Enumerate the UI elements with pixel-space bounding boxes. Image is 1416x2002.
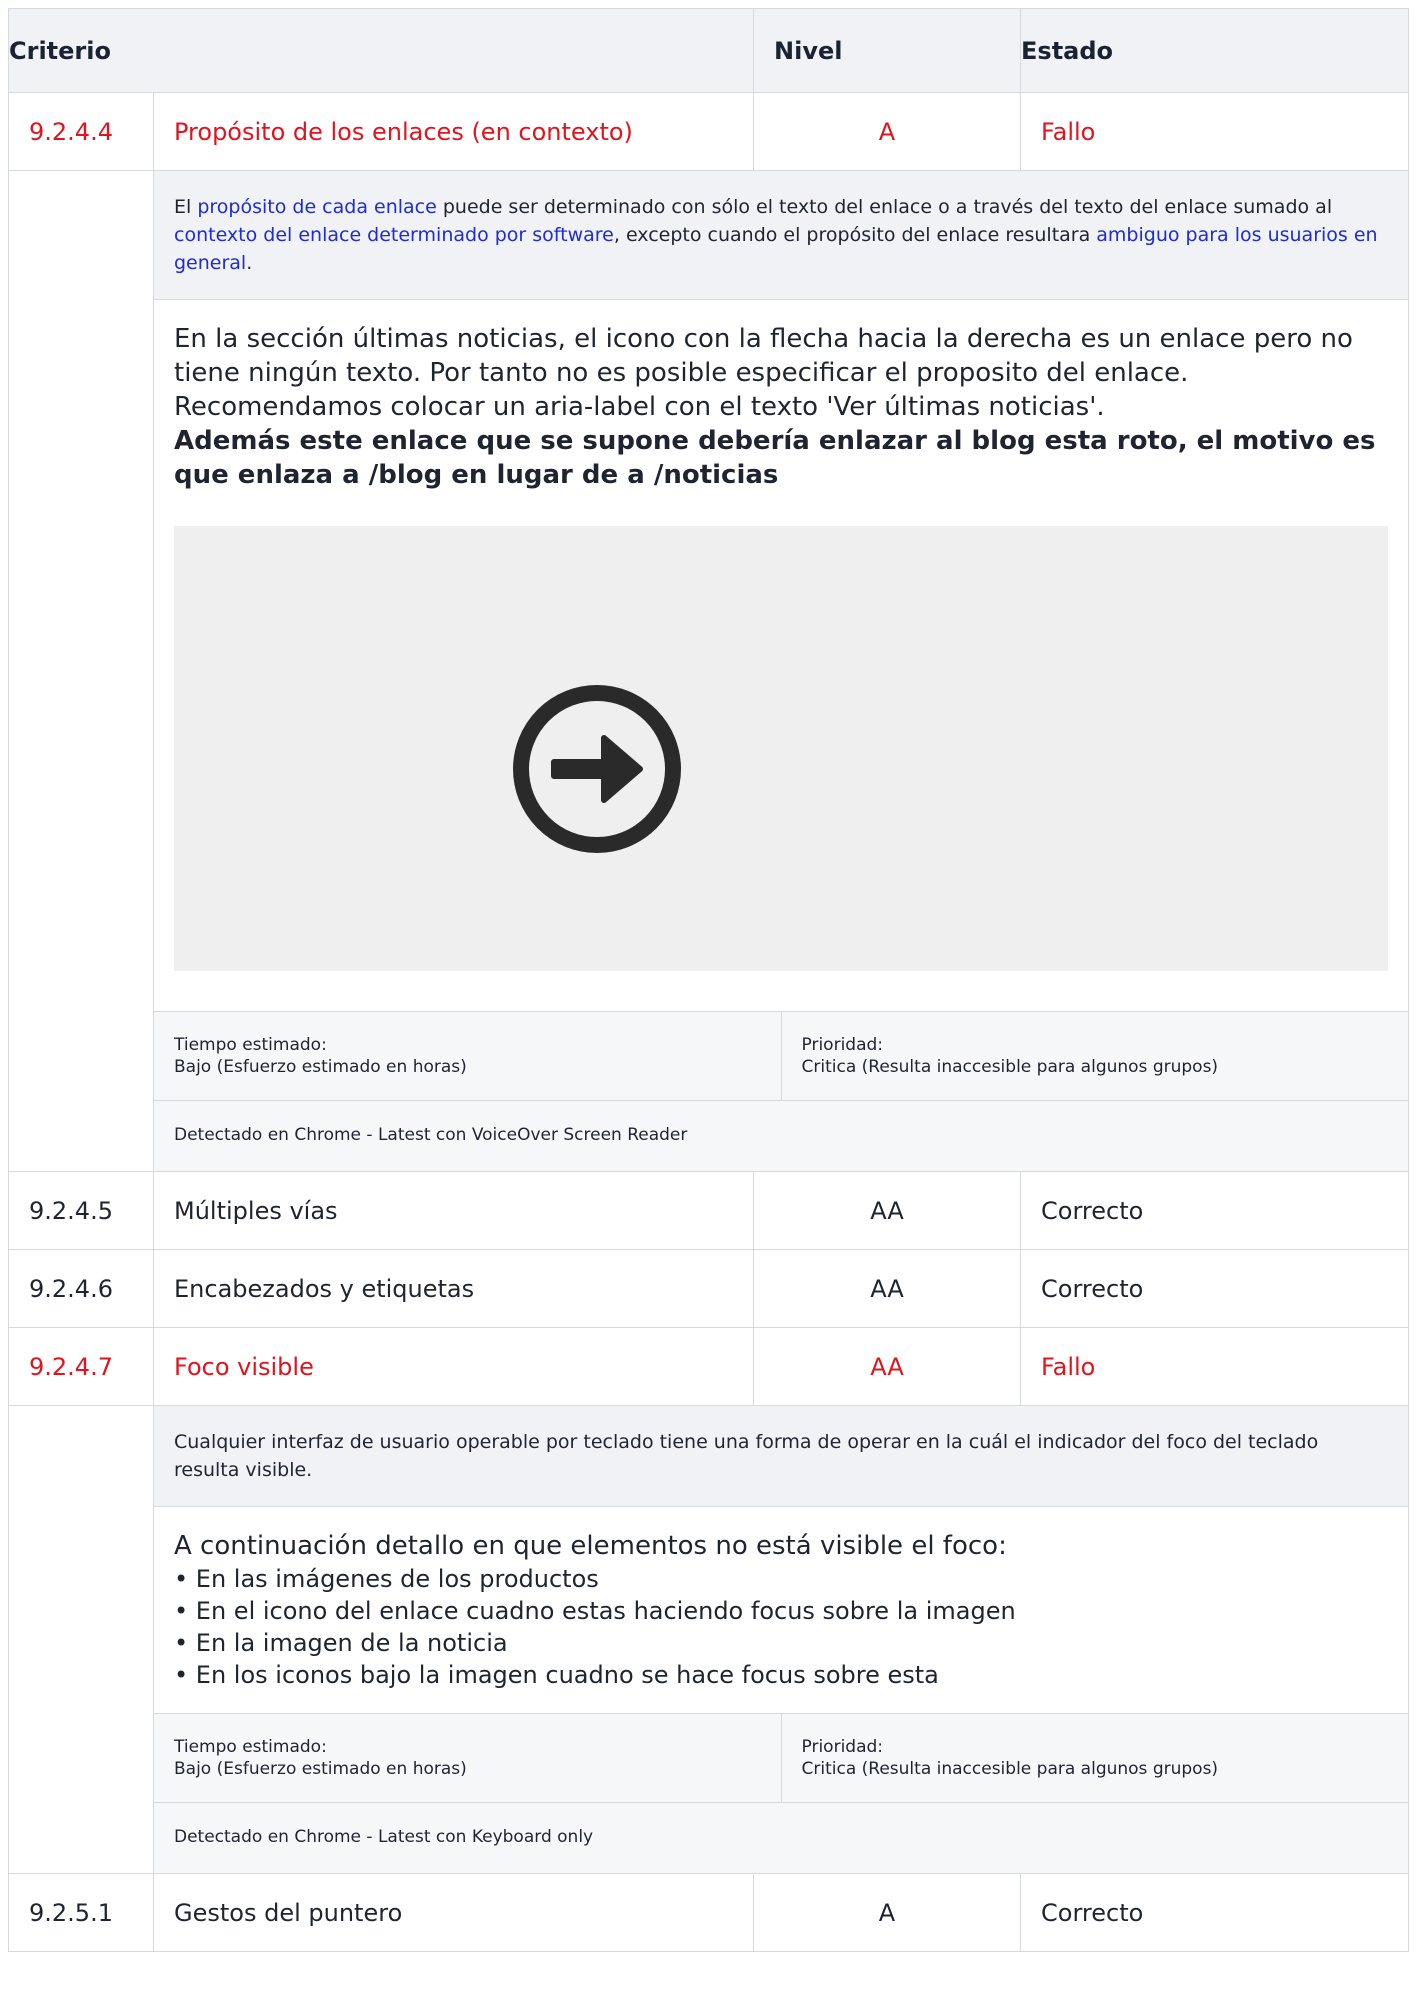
criterion-number: 9.2.4.7	[8, 1327, 154, 1406]
header-nivel: Nivel	[753, 8, 1022, 93]
header-criterio: Criterio	[7, 8, 755, 93]
desc-text: .	[246, 252, 253, 274]
list-item: En el icono del enlace cuadno estas haci…	[174, 1595, 1388, 1627]
criteria-table: Criterio Nivel Estado 9.2.4.4 Propósito …	[7, 8, 1410, 1952]
note-text: A continuación detallo en que elementos …	[174, 1531, 1007, 1561]
criterion-status: Fallo	[1020, 1327, 1410, 1406]
time-value: Bajo (Esfuerzo estimado en horas)	[174, 1759, 467, 1779]
criterion-number: 9.2.4.6	[8, 1249, 154, 1328]
auditor-note: En la sección últimas noticias, el icono…	[154, 300, 1408, 492]
criterion-status: Correcto	[1020, 1873, 1410, 1952]
table-row: 9.2.4.4 Propósito de los enlaces (en con…	[8, 92, 1410, 171]
criterion-name: Múltiples vías	[152, 1171, 755, 1250]
detail-spacer	[8, 170, 154, 1172]
priority: Prioridad: Critica (Resulta inaccesible …	[780, 1012, 1409, 1100]
criterion-level: A	[753, 1873, 1022, 1952]
desc-text: puede ser determinado con sólo el texto …	[436, 196, 1333, 218]
detail-spacer	[8, 1405, 154, 1874]
note-bold-text: Además este enlace que se supone debería…	[174, 426, 1376, 490]
note-text: En la sección últimas noticias, el icono…	[174, 324, 1353, 422]
table-row: 9.2.5.1 Gestos del puntero A Correcto	[8, 1873, 1410, 1952]
table-row: 9.2.4.7 Foco visible AA Fallo	[8, 1327, 1410, 1406]
criterion-level: AA	[753, 1171, 1022, 1250]
criterion-detail: Cualquier interfaz de usuario operable p…	[152, 1405, 1410, 1874]
list-item: En la imagen de la noticia	[174, 1627, 1388, 1659]
priority-value: Critica (Resulta inaccesible para alguno…	[801, 1759, 1219, 1779]
bullet-list: En las imágenes de los productos En el i…	[174, 1563, 1388, 1691]
criterion-description: El propósito de cada enlace puede ser de…	[154, 171, 1409, 300]
criterion-level: A	[753, 92, 1022, 171]
detected-in: Detectado en Chrome - Latest con Keyboar…	[154, 1802, 1409, 1873]
priority-value: Critica (Resulta inaccesible para alguno…	[801, 1057, 1219, 1077]
criterion-description: Cualquier interfaz de usuario operable p…	[154, 1406, 1409, 1507]
criterion-status: Correcto	[1020, 1249, 1410, 1328]
criterion-number: 9.2.5.1	[8, 1873, 154, 1952]
table-row: 9.2.4.6 Encabezados y etiquetas AA Corre…	[8, 1249, 1410, 1328]
desc-text: , excepto cuando el propósito del enlace…	[613, 224, 1097, 246]
meta-row: Tiempo estimado: Bajo (Esfuerzo estimado…	[154, 1713, 1409, 1802]
criterion-level: AA	[753, 1327, 1022, 1406]
criterion-name: Propósito de los enlaces (en contexto)	[152, 92, 755, 171]
criterion-name: Foco visible	[152, 1327, 755, 1406]
auditor-note: A continuación detallo en que elementos …	[154, 1507, 1408, 1713]
criterion-detail-row: El propósito de cada enlace puede ser de…	[8, 170, 1410, 1172]
criterion-level: AA	[753, 1249, 1022, 1328]
list-item: En los iconos bajo la imagen cuadno se h…	[174, 1659, 1388, 1691]
list-item: En las imágenes de los productos	[174, 1563, 1388, 1595]
criterion-name: Encabezados y etiquetas	[152, 1249, 755, 1328]
meta-row: Tiempo estimado: Bajo (Esfuerzo estimado…	[154, 1011, 1409, 1100]
time-value: Bajo (Esfuerzo estimado en horas)	[174, 1057, 467, 1077]
criterion-number: 9.2.4.5	[8, 1171, 154, 1250]
priority-label: Prioridad:	[801, 1737, 884, 1757]
time-label: Tiempo estimado:	[174, 1035, 327, 1055]
priority-label: Prioridad:	[801, 1035, 884, 1055]
header-estado: Estado	[1020, 8, 1410, 93]
time-label: Tiempo estimado:	[174, 1737, 327, 1757]
criterion-detail-row: Cualquier interfaz de usuario operable p…	[8, 1405, 1410, 1874]
priority: Prioridad: Critica (Resulta inaccesible …	[780, 1714, 1409, 1802]
criterion-number: 9.2.4.4	[8, 92, 154, 171]
table-header: Criterio Nivel Estado	[7, 8, 1410, 93]
estimated-time: Tiempo estimado: Bajo (Esfuerzo estimado…	[154, 1012, 781, 1100]
criterion-status: Correcto	[1020, 1171, 1410, 1250]
desc-text: El	[174, 196, 198, 218]
screenshot-image	[174, 526, 1389, 971]
table-row: 9.2.4.5 Múltiples vías AA Correcto	[8, 1171, 1410, 1250]
criterion-detail: El propósito de cada enlace puede ser de…	[152, 170, 1410, 1172]
link-proposito[interactable]: propósito de cada enlace	[197, 196, 436, 218]
link-contexto[interactable]: contexto del enlace determinado por soft…	[174, 224, 614, 246]
criterion-status: Fallo	[1020, 92, 1410, 171]
detected-in: Detectado en Chrome - Latest con VoiceOv…	[154, 1100, 1409, 1171]
arrow-circle-right-icon	[513, 685, 681, 853]
criterion-name: Gestos del puntero	[152, 1873, 755, 1952]
estimated-time: Tiempo estimado: Bajo (Esfuerzo estimado…	[154, 1714, 781, 1802]
